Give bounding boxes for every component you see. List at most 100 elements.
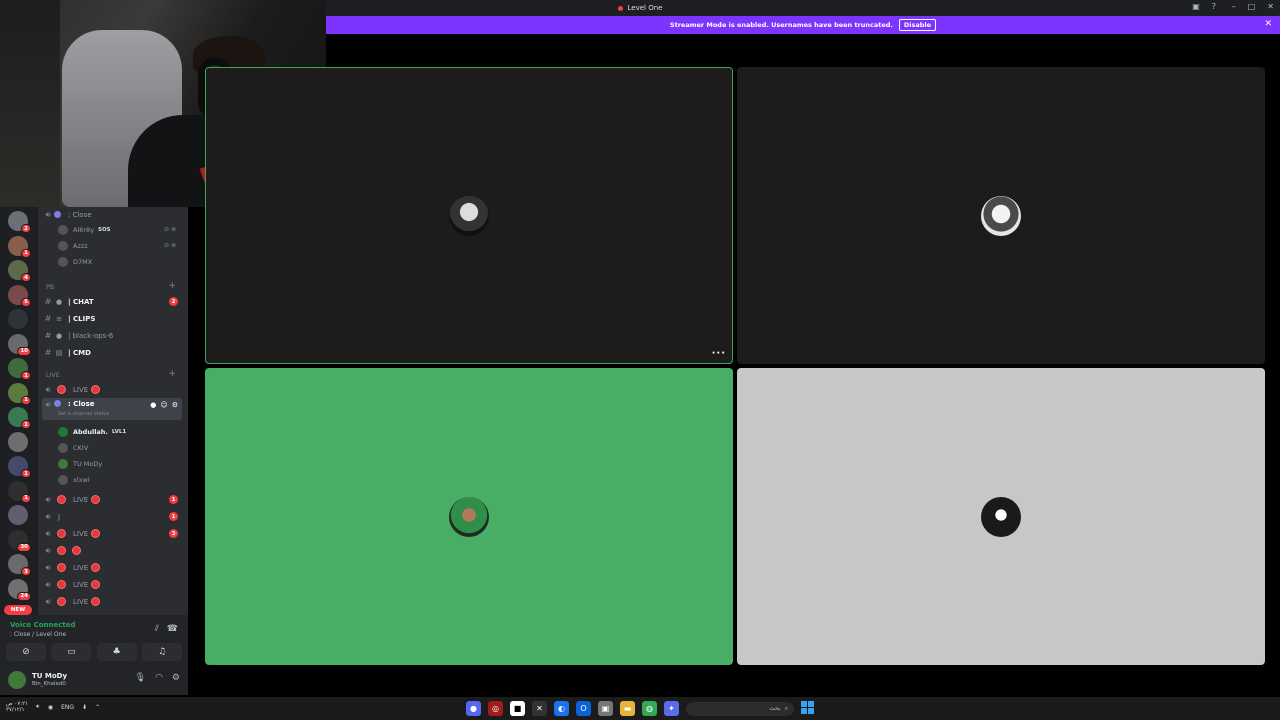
close-window-button[interactable]: ✕ <box>1267 2 1274 11</box>
server-icon[interactable]: 1 <box>8 456 31 478</box>
app-close-icon[interactable]: ✕ <box>532 701 547 716</box>
wifi-icon[interactable]: ◉ <box>48 704 53 711</box>
disable-streamer-button[interactable]: Disable <box>898 19 937 31</box>
server-icon[interactable]: 24 <box>8 578 31 601</box>
channel-type-icon: ≡ <box>56 314 62 323</box>
invite-icon[interactable]: ☺ <box>160 401 167 409</box>
start-icon[interactable] <box>801 701 814 714</box>
inbox-icon[interactable]: ▣ <box>1192 2 1200 11</box>
voice-member[interactable]: Azzz ⊘ ⊗ <box>58 238 182 253</box>
discord-app-icon[interactable]: ● <box>466 701 481 716</box>
language-indicator[interactable]: ENG <box>61 704 74 711</box>
mic-tray-icon[interactable]: ⬇ <box>82 704 87 711</box>
voice-channel-live[interactable]: 🔊︎ LIVE <box>42 382 182 397</box>
live-dot-icon <box>72 546 81 555</box>
voice-member[interactable]: TU MoDy <box>58 456 182 471</box>
unread-badge: 3 <box>21 567 31 576</box>
voice-member[interactable]: xlxwl <box>58 472 182 487</box>
participant-avatar <box>981 195 1021 236</box>
copilot-icon[interactable]: ✦ <box>664 701 679 716</box>
server-icon[interactable]: 2 <box>8 211 31 233</box>
unread-badge: 30 <box>17 542 31 552</box>
category-live[interactable]: LIVE + <box>42 368 182 383</box>
text-channel[interactable]: # ▤ | CMD <box>42 345 182 360</box>
server-icon[interactable] <box>8 431 28 452</box>
voice-member[interactable]: CKIV <box>58 440 182 455</box>
video-tile-speaking[interactable]: ··· <box>205 67 733 364</box>
voice-channel[interactable]: 🔊︎ J 1 <box>42 509 182 524</box>
outlook-icon[interactable]: O <box>576 701 591 716</box>
voice-channel[interactable]: 🔊︎ <box>42 543 182 558</box>
avatar <box>58 426 68 437</box>
avatar[interactable] <box>8 671 26 689</box>
voice-member[interactable]: Al6r8y SOS ⊘ ⊗ <box>58 222 182 237</box>
streamer-message: Streamer Mode is enabled. Usernames have… <box>669 21 893 29</box>
server-icon[interactable]: 1 <box>8 235 31 258</box>
close-notice-icon[interactable]: ✕ <box>1264 19 1272 29</box>
settings-icon[interactable]: ⚙ <box>172 401 178 409</box>
tray-expand-icon[interactable]: ⌃ <box>95 704 100 711</box>
help-icon[interactable]: ? <box>1212 2 1216 11</box>
video-tile[interactable] <box>737 67 1265 364</box>
new-unreads-pill[interactable]: NEW <box>4 605 32 615</box>
voice-channel-path[interactable]: : Close / Level One <box>10 631 66 638</box>
headphones-icon[interactable]: ◠ <box>155 673 163 683</box>
camera-off-button[interactable]: ⊘ <box>6 643 46 661</box>
speaker-icon: 🔊︎ <box>45 384 51 394</box>
server-icon[interactable] <box>8 505 28 525</box>
voice-channel-top[interactable]: 🔊︎ : Close <box>42 207 182 222</box>
server-icon[interactable]: 1 <box>8 358 31 380</box>
minimize-button[interactable]: – <box>1232 2 1236 11</box>
folder-icon[interactable]: ▬ <box>620 701 635 716</box>
add-channel-icon[interactable]: + <box>168 369 176 379</box>
channel-name: LIVE <box>73 529 89 538</box>
clock[interactable]: ٠٧:٢١ ص ٢٧/١٢/١ <box>6 701 28 713</box>
voice-channel[interactable]: 🔊︎ LIVE <box>42 577 182 592</box>
volume-icon[interactable]: 🔉︎ <box>36 703 40 711</box>
chrome-icon[interactable]: ◍ <box>642 701 657 716</box>
user-settings-icon[interactable]: ⚙ <box>172 673 180 683</box>
disconnect-icon[interactable]: ☎ <box>167 624 178 634</box>
noise-suppression-icon[interactable]: ⫽ <box>155 624 159 634</box>
microphone-icon[interactable]: 🎙︎ <box>135 673 146 683</box>
channel-status-hint[interactable]: Set a channel status <box>58 411 109 417</box>
search-box[interactable]: بحث ⌕ <box>686 701 794 716</box>
chat-icon[interactable]: ● <box>150 401 156 409</box>
store-icon[interactable]: ▣ <box>598 701 613 716</box>
voice-channel[interactable]: 🔊︎ LIVE <box>42 594 182 609</box>
video-tile[interactable] <box>205 368 733 665</box>
capture-app-icon[interactable]: ■ <box>510 701 525 716</box>
unread-badge: 1 <box>21 420 31 429</box>
screen-share-button[interactable]: ▭ <box>51 643 92 661</box>
activities-button[interactable]: ♣ <box>96 643 137 661</box>
text-channel[interactable]: # ● | black-ops-6 <box>42 328 182 343</box>
text-channel[interactable]: # ≡ | CLIPS <box>42 311 182 326</box>
participant-avatar <box>449 195 489 236</box>
server-icon[interactable] <box>8 309 28 329</box>
voice-member[interactable]: Abdullah. LVL1 <box>58 424 182 439</box>
voice-channel[interactable]: 🔊︎ LIVE <box>42 560 182 575</box>
speaker-icon: 🔊︎ <box>45 209 51 219</box>
server-icon[interactable]: 3 <box>8 554 31 576</box>
server-icon[interactable]: 5 <box>8 284 31 307</box>
text-channel[interactable]: # ● | CHAT 2 <box>42 294 182 309</box>
server-icon[interactable]: 4 <box>8 260 31 282</box>
edge-icon[interactable]: ◐ <box>554 701 569 716</box>
voice-channel[interactable]: 🔊︎ LIVE 1 <box>42 492 182 507</box>
voice-status[interactable]: Voice Connected <box>10 621 76 629</box>
voice-channel-active[interactable]: 🔊︎ : Close Set a channel status ● ☺ ⚙ <box>42 398 182 420</box>
server-icon[interactable]: 1 <box>8 407 31 429</box>
soundboard-button[interactable]: ♫ <box>141 643 182 661</box>
red-app-icon[interactable]: ◎ <box>488 701 503 716</box>
category-pb[interactable]: PB + <box>42 280 182 295</box>
video-tile[interactable] <box>737 368 1265 665</box>
add-channel-icon[interactable]: + <box>168 281 176 291</box>
server-icon[interactable]: 1 <box>8 382 31 405</box>
maximize-button[interactable]: □ <box>1248 2 1256 11</box>
server-icon[interactable]: 1 <box>8 480 31 503</box>
more-options-icon[interactable]: ··· <box>712 348 726 359</box>
server-icon[interactable]: 30 <box>8 529 31 552</box>
voice-member[interactable]: D7MX <box>58 254 182 269</box>
server-icon[interactable]: 10 <box>8 333 31 356</box>
voice-channel[interactable]: 🔊︎ LIVE 3 <box>42 526 182 541</box>
